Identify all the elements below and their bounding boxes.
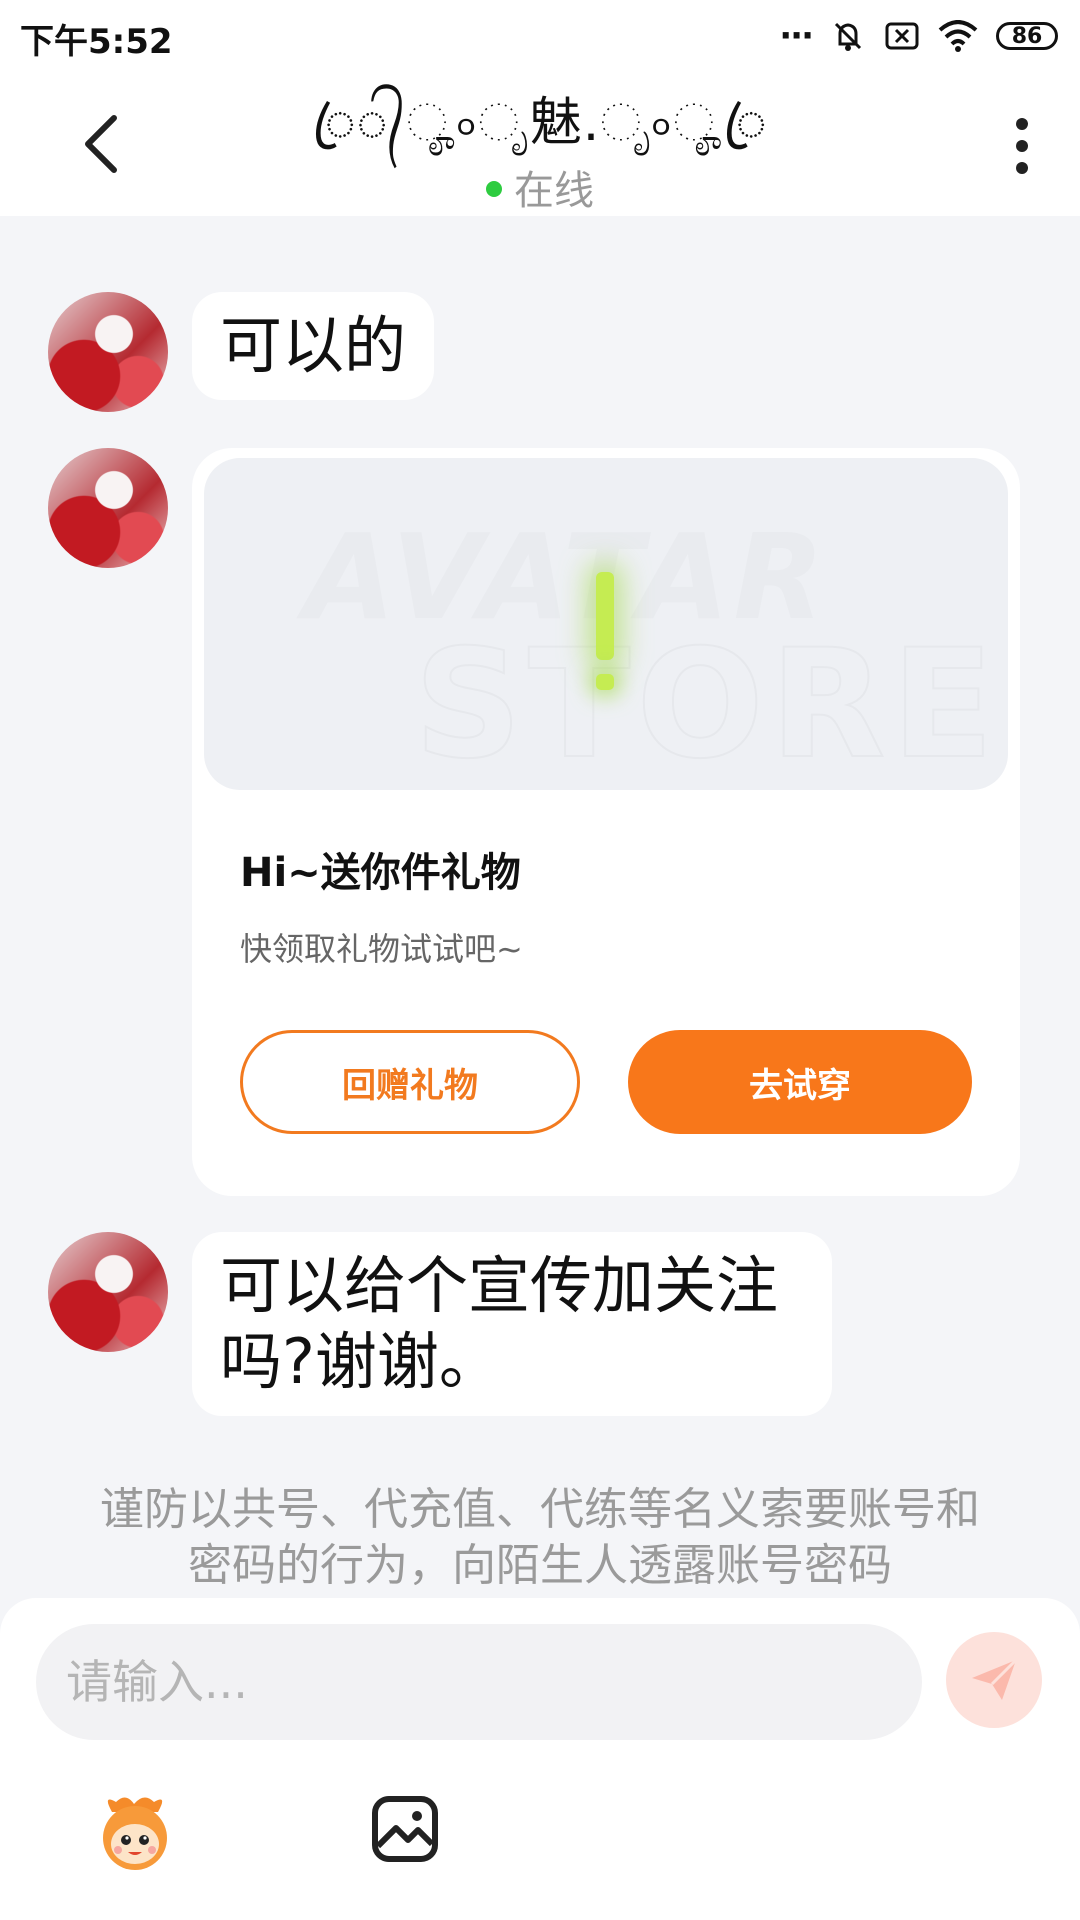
more-dot-icon [1016,140,1028,152]
sim-off-icon [885,22,919,50]
image-picker-icon[interactable] [370,1794,440,1864]
online-dot-icon [486,181,502,197]
gift-card-title: Hi~送你件礼物 [240,850,521,896]
message-bubble[interactable]: 可以的 [192,292,435,400]
more-dot-icon [1016,118,1028,130]
emoji-mascot-icon[interactable] [92,1790,178,1876]
message-bubble[interactable]: 可以给个宣传加关注吗?谢谢。 [192,1232,832,1416]
chat-header: ꦿ᭄ೄ৹ೃ魅.ೃ৹ೄꦿ 在线 [0,72,1080,216]
presence-status: 在线 [0,158,1080,216]
wifi-icon [938,20,978,52]
return-gift-button[interactable]: 回赠礼物 [240,1030,580,1134]
presence-label: 在线 [514,168,594,214]
avatar[interactable] [48,1232,168,1352]
exclamation-icon [596,572,614,660]
gift-card-subtitle: 快领取礼物试试吧~ [240,930,523,968]
gift-preview-image[interactable]: AVATAR STORE [204,458,1008,790]
status-time: 下午5:52 [20,22,173,62]
gift-card[interactable]: AVATAR STORE Hi~送你件礼物 快领取礼物试试吧~ 回赠礼物 去试穿 [192,448,1020,1196]
watermark-text: STORE [413,617,1000,790]
more-dot-icon [1016,162,1028,174]
exclamation-dot-icon [596,674,614,690]
more-options-button[interactable] [1012,118,1032,174]
battery-icon: 86 [996,22,1058,50]
avatar[interactable] [48,448,168,568]
try-on-button[interactable]: 去试穿 [628,1030,972,1134]
battery-level: 86 [1011,23,1043,49]
message-input[interactable] [36,1624,922,1740]
mute-icon [834,22,862,51]
avatar[interactable] [48,292,168,412]
composer-bar [0,1598,1080,1920]
send-icon [972,1658,1018,1700]
status-bar: 下午5:52 ··· 86 [0,0,1080,72]
status-icons: ··· 86 [779,16,1058,56]
more-dots-icon: ··· [779,16,814,56]
safety-notice: 谨防以共号、代充值、代练等名义索要账号和密码的行为，向陌生人透露账号密码 [100,1484,980,1591]
send-button[interactable] [946,1632,1042,1728]
